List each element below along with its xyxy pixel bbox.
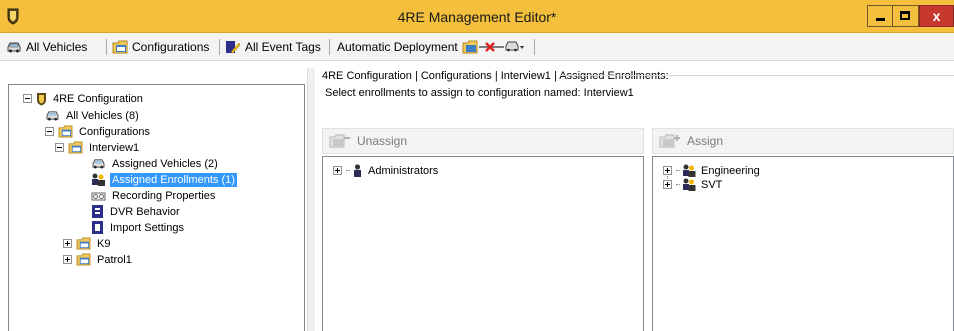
unassign-button[interactable]: Unassign <box>322 128 644 154</box>
import-icon <box>92 221 103 234</box>
maximize-button[interactable] <box>893 5 919 27</box>
tree-node-configurations[interactable]: Configurations <box>45 124 152 139</box>
close-button[interactable]: x <box>919 5 954 27</box>
tree-node-all-vehicles[interactable]: All Vehicles (8) <box>45 108 141 123</box>
user-icon <box>354 164 361 177</box>
tree-node-interview1[interactable]: Interview1 <box>55 140 141 155</box>
users-group-icon <box>683 178 696 191</box>
users-group-icon <box>92 173 105 186</box>
title-bar: 4RE Management Editor* x <box>0 0 954 33</box>
tree-node-root[interactable]: 4RE Configuration <box>23 91 145 106</box>
tree-label: Interview1 <box>89 141 140 154</box>
all-event-tags-button[interactable]: All Event Tags <box>225 39 321 55</box>
all-event-tags-label: All Event Tags <box>245 40 321 54</box>
tree-connector <box>346 170 350 171</box>
automatic-deployment-button[interactable]: Automatic Deployment <box>337 39 526 55</box>
automatic-deployment-label: Automatic Deployment <box>337 40 458 54</box>
calendar-folder-icon <box>68 141 83 154</box>
group-divider <box>560 75 954 76</box>
toolbar-separator <box>534 39 535 55</box>
assigned-enrollments-list[interactable]: Administrators <box>322 156 644 331</box>
vehicle-icon <box>92 159 105 169</box>
expand-icon[interactable] <box>663 166 672 175</box>
tree-label: Assigned Enrollments (1) <box>110 172 237 187</box>
configurations-button[interactable]: Configurations <box>112 39 209 55</box>
tree-connector <box>676 170 680 171</box>
list-item[interactable]: SVT <box>663 177 722 192</box>
assign-label: Assign <box>687 134 724 148</box>
tree-label: All Vehicles (8) <box>66 109 139 122</box>
assign-icon <box>659 134 680 148</box>
calendar-folder-icon <box>58 125 73 138</box>
tree-label: DVR Behavior <box>110 205 180 218</box>
toolbar-separator <box>106 39 107 55</box>
recording-icon <box>91 192 106 200</box>
window-title: 4RE Management Editor* <box>397 9 557 25</box>
list-item-label: SVT <box>701 178 723 191</box>
collapse-icon[interactable] <box>45 127 54 136</box>
collapse-icon[interactable] <box>23 94 32 103</box>
tree-node-patrol1[interactable]: Patrol1 <box>63 252 134 267</box>
event-tag-icon <box>226 41 241 54</box>
expand-icon[interactable] <box>333 166 342 175</box>
list-item-label: Engineering <box>701 164 760 177</box>
calendar-folder-icon <box>76 253 91 266</box>
available-enrollments-list[interactable]: Engineering SVT <box>652 156 954 331</box>
close-icon: x <box>932 8 941 24</box>
all-vehicles-label: All Vehicles <box>26 40 88 54</box>
expand-icon[interactable] <box>63 239 72 248</box>
tree-node-import-settings[interactable]: Import Settings <box>91 220 186 235</box>
tree-label: Import Settings <box>110 221 184 234</box>
tree-label: Configurations <box>79 125 150 138</box>
tree-node-dvr-behavior[interactable]: DVR Behavior <box>91 204 182 219</box>
configurations-label: Configurations <box>132 40 210 54</box>
tree-node-assigned-enrollments[interactable]: Assigned Enrollments (1) <box>91 172 237 187</box>
calendar-folder-icon <box>76 237 91 250</box>
panel-splitter[interactable] <box>307 68 315 331</box>
minimize-icon <box>876 18 885 21</box>
toolbar: All Vehicles Configurations All Event Ta… <box>0 33 954 61</box>
maximize-icon <box>900 11 910 20</box>
tree-label: 4RE Configuration <box>53 92 143 105</box>
deployment-status-icon <box>462 40 524 54</box>
dvr-icon <box>92 205 103 218</box>
toolbar-separator <box>219 39 220 55</box>
tree-label: K9 <box>97 237 111 250</box>
minimize-button[interactable] <box>867 5 893 27</box>
list-item[interactable]: Engineering <box>663 163 760 178</box>
vehicle-icon <box>46 111 59 121</box>
tree-label: Patrol1 <box>97 253 132 266</box>
unassign-label: Unassign <box>357 134 408 148</box>
vehicle-icon <box>7 42 21 53</box>
breadcrumb: 4RE Configuration | Configurations | Int… <box>322 70 669 82</box>
tree-label: Recording Properties <box>112 189 216 202</box>
calendar-folder-icon <box>112 40 128 54</box>
assign-button[interactable]: Assign <box>652 128 954 154</box>
shield-icon <box>37 92 46 105</box>
list-item[interactable]: Administrators <box>333 163 438 178</box>
all-vehicles-button[interactable]: All Vehicles <box>6 39 87 55</box>
toolbar-separator <box>329 39 330 55</box>
tree-label: Assigned Vehicles (2) <box>112 157 218 170</box>
tree-node-assigned-vehicles[interactable]: Assigned Vehicles (2) <box>91 156 220 171</box>
collapse-icon[interactable] <box>55 143 64 152</box>
expand-icon[interactable] <box>663 180 672 189</box>
unassign-icon <box>329 134 350 148</box>
instruction-text: Select enrollments to assign to configur… <box>325 87 634 99</box>
configuration-tree[interactable]: 4RE Configuration All Vehicles (8) Confi… <box>8 84 305 331</box>
tree-connector <box>676 184 680 185</box>
tree-node-k9[interactable]: K9 <box>63 236 112 251</box>
users-group-icon <box>683 164 696 177</box>
expand-icon[interactable] <box>63 255 72 264</box>
list-item-label: Administrators <box>368 164 439 177</box>
tree-node-recording-properties[interactable]: Recording Properties <box>91 188 217 203</box>
